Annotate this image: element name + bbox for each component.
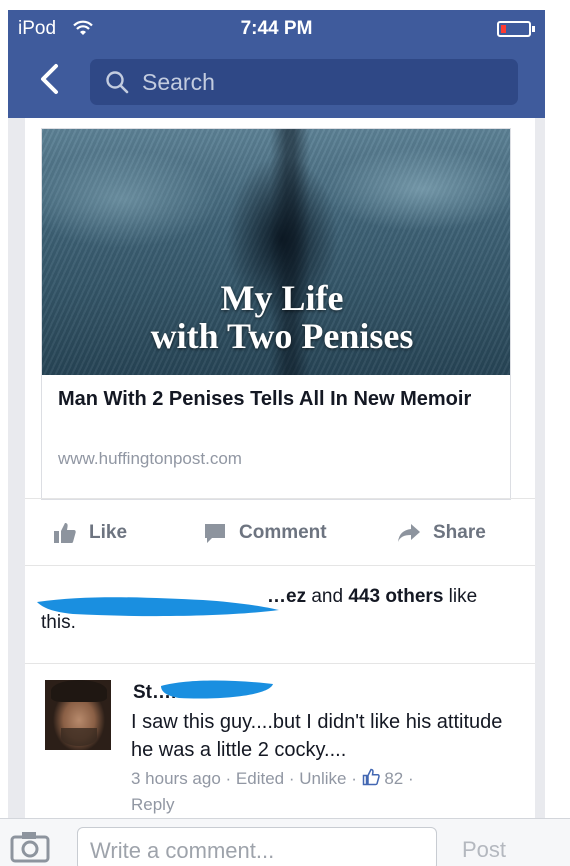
unlike-link[interactable]: Unlike bbox=[299, 769, 346, 788]
avatar[interactable] bbox=[45, 680, 111, 750]
image-title: My Life with Two Penises bbox=[102, 279, 462, 355]
battery-icon bbox=[497, 21, 535, 37]
news-feed: My Life with Two Penises Man With 2 Peni… bbox=[8, 118, 545, 818]
status-bar: iPod 7:44 PM bbox=[8, 10, 545, 48]
link-headline[interactable]: Man With 2 Penises Tells All In New Memo… bbox=[58, 385, 498, 413]
image-title-line2: with Two Penises bbox=[150, 316, 414, 356]
share-label: Share bbox=[433, 522, 486, 543]
likes-and: and bbox=[306, 586, 349, 607]
like-label: Like bbox=[89, 522, 128, 543]
edited-link[interactable]: Edited bbox=[236, 769, 284, 788]
story-card: My Life with Two Penises Man With 2 Peni… bbox=[25, 118, 535, 818]
redaction-scribble bbox=[37, 597, 279, 617]
share-arrow-icon bbox=[398, 524, 420, 542]
others-count[interactable]: 443 others bbox=[348, 586, 443, 607]
clock: 7:44 PM bbox=[240, 18, 313, 39]
camera-icon[interactable] bbox=[10, 829, 50, 863]
like-count[interactable]: 82 bbox=[384, 769, 403, 788]
link-preview[interactable]: My Life with Two Penises Man With 2 Peni… bbox=[41, 128, 511, 500]
comment-bubble-icon bbox=[205, 524, 225, 543]
comment-separator bbox=[25, 663, 535, 664]
action-bar: Like Comment Share bbox=[25, 498, 535, 566]
chevron-left-icon[interactable] bbox=[34, 62, 68, 96]
right-margin bbox=[545, 0, 570, 866]
search-placeholder: Search bbox=[142, 69, 215, 95]
link-preview-image[interactable]: My Life with Two Penises bbox=[42, 129, 510, 375]
comment-time: 3 hours ago bbox=[131, 769, 221, 788]
comment-text: I saw this guy....but I didn't like his … bbox=[131, 711, 503, 761]
comment-input[interactable]: Write a comment... bbox=[77, 827, 437, 866]
reply-link[interactable]: Reply bbox=[131, 795, 174, 814]
like-count-icon bbox=[362, 768, 380, 786]
comment-label: Comment bbox=[239, 522, 327, 543]
post-button[interactable]: Post bbox=[462, 837, 506, 863]
search-icon bbox=[106, 71, 129, 94]
search-input[interactable]: Search bbox=[90, 59, 518, 105]
top-bar: iPod 7:44 PM Search bbox=[8, 10, 545, 118]
left-margin bbox=[0, 0, 8, 866]
redaction-scribble-author bbox=[161, 680, 273, 699]
image-title-line1: My Life bbox=[220, 278, 344, 318]
thumbs-up-icon bbox=[54, 523, 76, 543]
comment-composer: Write a comment... Post bbox=[0, 818, 570, 866]
comment-meta: 3 hours ago · Edited · Unlike · 82 · Rep… bbox=[131, 768, 414, 814]
link-url: www.huffingtonpost.com bbox=[58, 449, 242, 468]
